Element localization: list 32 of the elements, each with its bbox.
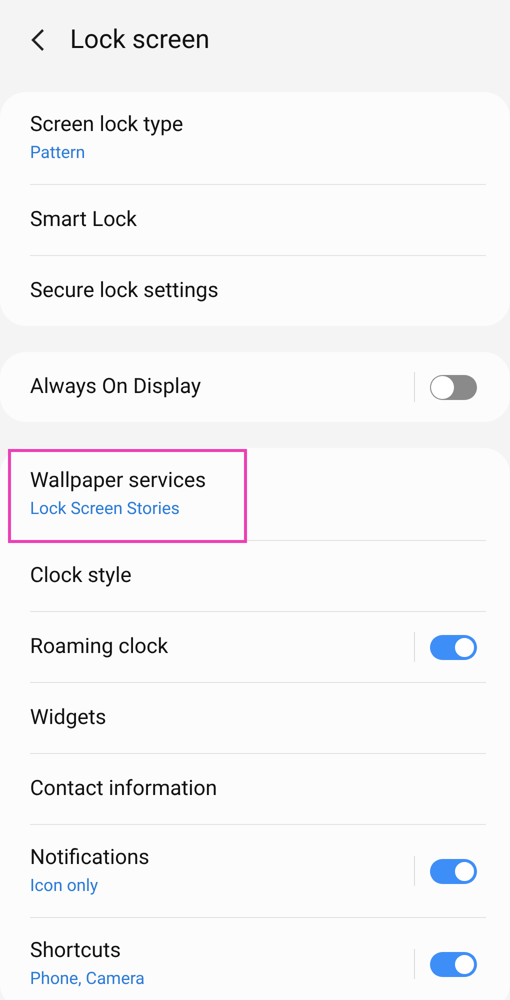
settings-row[interactable]: Contact information (0, 754, 510, 824)
setting-title: Widgets (30, 704, 108, 732)
setting-subtitle: Lock Screen Stories (30, 498, 181, 520)
settings-row[interactable]: Secure lock settings (0, 256, 510, 326)
settings-row[interactable]: Screen lock type Pattern (0, 92, 510, 184)
settings-row[interactable]: Notifications Icon only (0, 825, 510, 917)
setting-subtitle: Pattern (30, 142, 86, 164)
setting-subtitle: Icon only (30, 876, 100, 897)
setting-title: Screen lock type (30, 112, 184, 138)
toggle-switch[interactable] (430, 374, 477, 400)
settings-row[interactable]: Clock style (0, 541, 510, 611)
settings-row[interactable]: Widgets (0, 683, 510, 753)
setting-title: Clock style (30, 562, 132, 590)
setting-title: Notifications (30, 845, 150, 872)
toggle-switch[interactable] (430, 858, 477, 884)
setting-title: Roaming clock (30, 634, 170, 660)
page-title: Lock screen (70, 24, 210, 56)
settings-row[interactable]: Shortcuts Phone, Camera (0, 918, 510, 1000)
setting-title: Contact information (30, 776, 218, 802)
setting-title: Wallpaper services (30, 468, 207, 494)
settings-row[interactable]: Smart Lock (0, 185, 510, 255)
settings-row[interactable]: Always On Display (0, 352, 510, 422)
settings-row[interactable]: Roaming clock (0, 612, 510, 682)
setting-subtitle: Phone, Camera (30, 968, 146, 990)
toggle-switch[interactable] (430, 952, 477, 976)
toggle-switch[interactable] (430, 634, 477, 660)
setting-title: Secure lock settings (30, 278, 220, 304)
setting-title: Smart Lock (30, 206, 138, 234)
settings-row[interactable]: Wallpaper services Lock Screen Stories (0, 448, 510, 540)
back-icon[interactable] (30, 28, 46, 52)
setting-title: Always On Display (30, 374, 202, 400)
setting-title: Shortcuts (30, 938, 122, 964)
